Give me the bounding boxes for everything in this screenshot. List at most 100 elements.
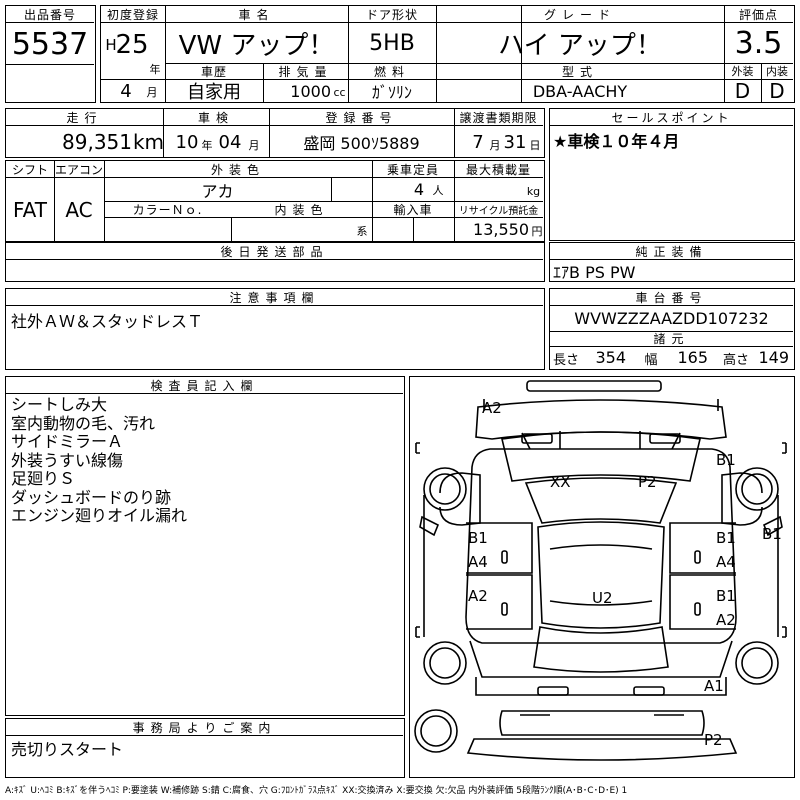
mark-left-rear-door: A2 — [468, 587, 488, 605]
score: 3.5 — [734, 25, 783, 61]
mark-left-front-door-1: B1 — [468, 529, 488, 547]
first-reg-year: 25 — [115, 30, 149, 60]
history-label: 車歴 — [200, 64, 227, 79]
transfer-label: 譲渡書類期限 — [459, 110, 538, 125]
aircon: AC — [65, 198, 93, 222]
door-type: 5HB — [369, 30, 415, 56]
displacement-unit: cc — [333, 85, 346, 99]
first-reg-year-unit: 年 — [149, 63, 161, 76]
mileage: 89,351 — [62, 130, 132, 154]
sales-point-box: セールスポイント ★車検１０年４月 — [549, 108, 795, 241]
mark-right-side: B1 — [762, 525, 782, 543]
inspector-box: 検査員記入欄 シートしみ大 室内動物の毛、汚れ サイドミラーＡ 外装うすい線傷 … — [5, 376, 405, 716]
mileage-label: 走行 — [66, 110, 103, 125]
office-note: 売切りスタート — [11, 740, 124, 759]
shift-color-box: シフト エアコン 外装色 乗車定員 最大積載量 FAT AC アカ 4 人 kg… — [5, 160, 545, 242]
displacement-label: 排気量 — [278, 64, 333, 79]
mileage-unit: km — [134, 130, 163, 154]
notes-box: 注意事項欄 社外ＡＷ＆スタッドレスＴ — [5, 288, 545, 370]
width-label: 幅 — [644, 352, 658, 368]
max-load-unit: kg — [526, 184, 541, 198]
transfer-month-unit: 月 — [489, 139, 501, 152]
mark-right-fender: B1 — [716, 451, 736, 469]
mark-front: A2 — [482, 399, 502, 417]
legend: A:ｷｽﾞ U:ﾍｺﾐ B:ｷｽﾞを伴うﾍｺﾐ P:要塗装 W:補修跡 S:錆 … — [5, 785, 628, 796]
sales-point-label: セールスポイント — [611, 110, 732, 125]
exterior-grade: D — [734, 80, 751, 102]
transfer-day-unit: 日 — [529, 139, 541, 152]
car-diagram-box: A2 XX P2 B1 B1 B1 A4 B1 A4 A2 B1 A2 U2 A… — [409, 376, 795, 778]
inspection-year: 10 — [175, 131, 199, 153]
lot-number-label: 出品番号 — [23, 7, 76, 22]
inspection-month-unit: 月 — [248, 139, 260, 152]
equipment: ｴｱB PS PW — [553, 262, 636, 282]
mark-right-rear-door-2: A2 — [716, 611, 736, 629]
grade: ハイ アップ！ — [498, 30, 662, 61]
int-color-label: 内装色 — [274, 202, 329, 217]
history: 自家用 — [187, 82, 241, 102]
reg-no-label: 登録番号 — [325, 110, 398, 125]
inspection-label: 車検 — [197, 110, 234, 125]
inspector-line: サイドミラーＡ — [11, 432, 124, 451]
interior-grade: D — [769, 80, 785, 102]
mark-windshield-right: P2 — [638, 473, 657, 491]
later-parts-box: 後日発送部品 — [5, 242, 545, 282]
mark-left-front-door-2: A4 — [468, 553, 488, 571]
inspector-line: 足廻りＳ — [11, 469, 76, 488]
car-name: VW アップ！ — [178, 30, 335, 61]
mark-right-front-door-1: B1 — [716, 529, 736, 547]
max-load — [454, 178, 524, 201]
import — [372, 218, 413, 241]
chassis-box: 車台番号 WVWZZZAAZDD107232 諸元 長さ 354 幅 165 高… — [549, 288, 795, 370]
car-diagram: A2 XX P2 B1 B1 B1 A4 B1 A4 A2 B1 A2 U2 A… — [414, 380, 787, 761]
color-no-label: カラーＮｏ. — [132, 202, 203, 217]
later-parts-label: 後日発送部品 — [220, 244, 329, 259]
recycle-label: リサイクル預託金 — [458, 205, 539, 217]
inspection-month: 04 — [218, 131, 242, 153]
inspector-line: エンジン廻りオイル漏れ — [11, 506, 188, 525]
ext-color: アカ — [201, 181, 234, 201]
import-label: 輸入車 — [393, 202, 433, 217]
int-color-unit: 系 — [356, 225, 368, 238]
color-no — [104, 218, 231, 241]
fuel: ｶﾞｿﾘﾝ — [371, 83, 412, 102]
office-label: 事務局よりご案内 — [132, 720, 277, 735]
score-label: 評価点 — [738, 7, 778, 22]
inspector-line: シートしみ大 — [11, 395, 108, 414]
max-load-label: 最大積載量 — [465, 162, 531, 177]
notes: 社外ＡＷ＆スタッドレスＴ — [11, 312, 204, 331]
recycle-fee-unit: 円 — [531, 225, 543, 238]
inspector-line: ダッシュボードのり跡 — [11, 487, 172, 507]
inspector-notes: シートしみ大 室内動物の毛、汚れ サイドミラーＡ 外装うすい線傷 足廻りＳ ダッ… — [11, 395, 401, 526]
height-label: 高さ — [722, 352, 749, 368]
shift-label: シフト — [11, 162, 48, 177]
chassis-label: 車台番号 — [635, 290, 708, 305]
inspection-year-unit: 年 — [201, 139, 213, 152]
header-box: 初度登録 車名 ドア形状 グレード 評価点 H 25 年 4 月 VW アップ！… — [100, 5, 795, 103]
specs-label: 諸元 — [653, 332, 690, 346]
transfer-month: 7 — [472, 131, 484, 153]
equipment-box: 純正装備 ｴｱB PS PW — [549, 242, 795, 282]
capacity-unit: 人 — [432, 184, 444, 197]
model-code: DBA-AACHY — [532, 81, 628, 101]
mark-right-rear-quarter: A1 — [704, 677, 724, 695]
office-box: 事務局よりご案内 売切りスタート — [5, 718, 405, 778]
int-color — [231, 218, 351, 241]
length: 354 — [595, 347, 626, 367]
shift: FAT — [12, 198, 47, 222]
exterior-grade-label: 外装 — [731, 65, 754, 78]
lot-number-box: 出品番号 5537 — [5, 5, 96, 103]
lot-number: 5537 — [11, 26, 89, 62]
equipment-label: 純正装備 — [635, 244, 708, 259]
mark-right-front-door-2: A4 — [716, 553, 736, 571]
inspector-line: 室内動物の毛、汚れ — [11, 413, 156, 433]
transfer-day: 31 — [503, 131, 527, 153]
door-label: ドア形状 — [365, 7, 418, 22]
car-name-label: 車名 — [238, 7, 275, 22]
registration-number: 盛岡 500ｿ5889 — [303, 134, 420, 153]
capacity: 4 — [413, 180, 424, 199]
inspector-line: 外装うすい線傷 — [11, 450, 124, 470]
capacity-label: 乗車定員 — [386, 162, 439, 177]
chassis-number: WVWZZZAAZDD107232 — [574, 309, 769, 328]
first-reg-label: 初度登録 — [106, 7, 159, 22]
